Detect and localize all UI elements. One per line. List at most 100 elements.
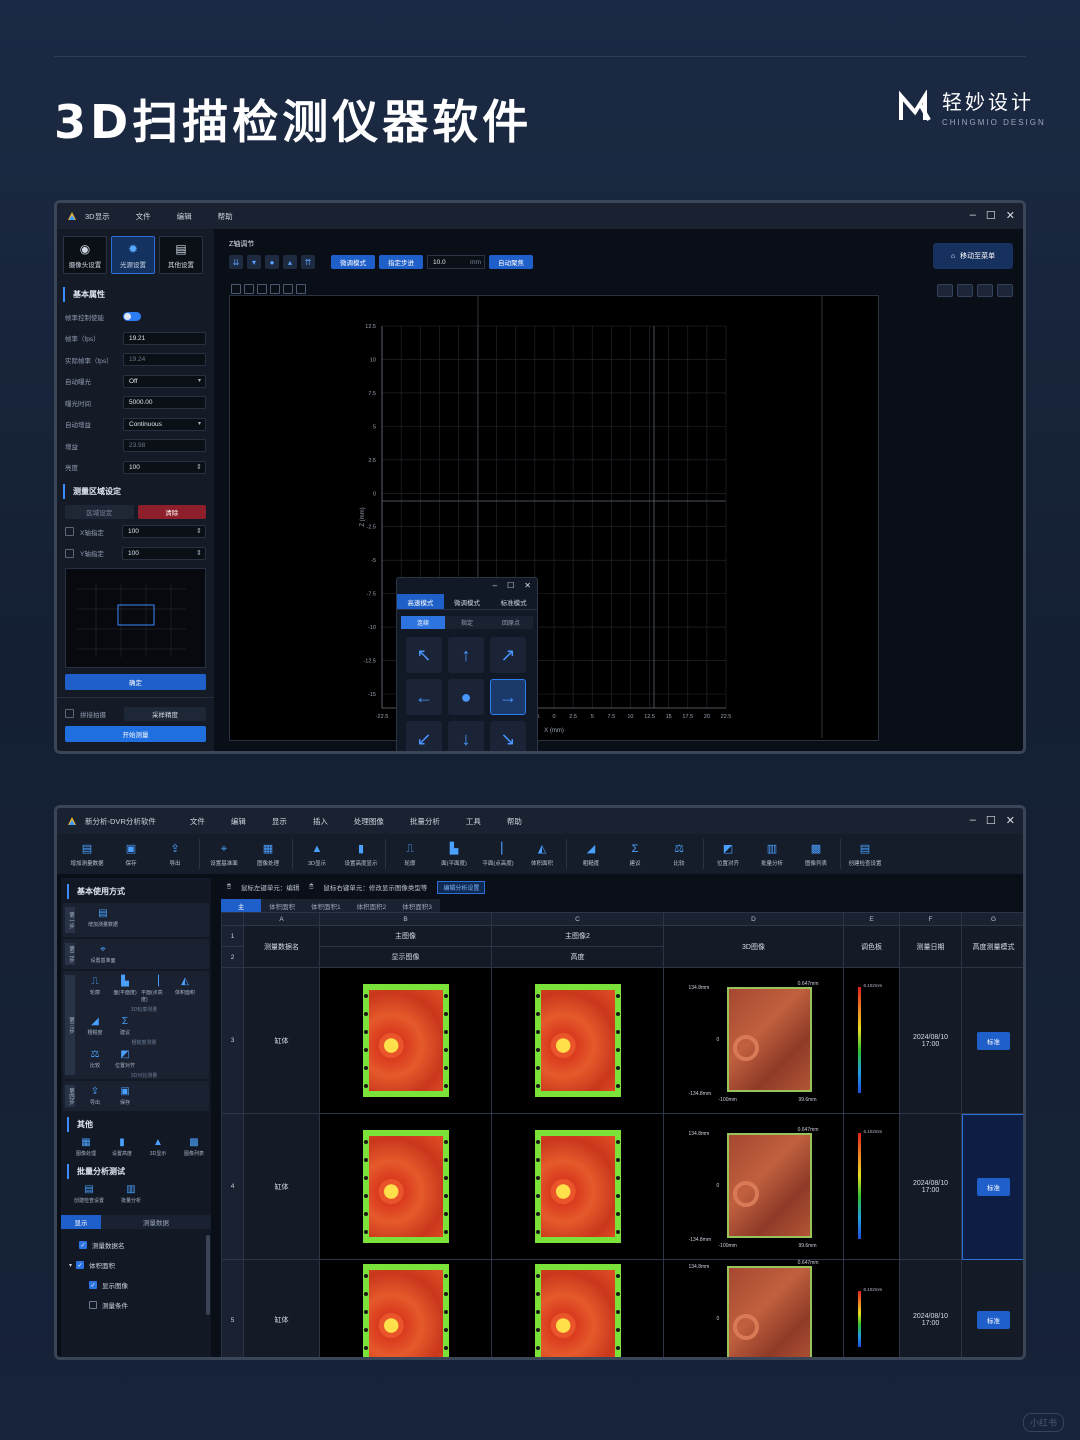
fps-enable-toggle[interactable] <box>123 312 141 322</box>
volume-tool[interactable]: ◭ 体积面积 <box>520 836 564 872</box>
header-cell-palette[interactable]: 调色板 <box>843 925 900 968</box>
tree-item-name[interactable]: ✓ 测量数据名 <box>61 1235 211 1255</box>
y-axis-stepper[interactable]: 100 <box>122 546 206 560</box>
maximize-icon[interactable]: ☐ <box>986 209 996 222</box>
align-tool[interactable]: ◩ 位置对齐 <box>706 836 750 872</box>
tree-item-condition[interactable]: 测量条件 <box>61 1295 211 1315</box>
point-height-tool[interactable]: ▕ 平面(点高度) <box>141 975 169 1004</box>
maximize-icon[interactable]: ☐ <box>986 814 996 827</box>
tree-scrollbar[interactable] <box>206 1235 210 1315</box>
y-axis-checkbox[interactable] <box>65 548 74 558</box>
sub-continuous[interactable]: 连续 <box>401 616 445 629</box>
region-set-button[interactable]: 区域设定 <box>65 505 134 519</box>
menu-process-image[interactable]: 处理图像 <box>354 816 384 827</box>
menu-tools[interactable]: 工具 <box>466 816 481 827</box>
table-row[interactable]: 5缸体134.8mm0-134.8mm0.647mm-100mm99.6mm6.… <box>221 1259 1023 1357</box>
mode-badge[interactable]: 标准 <box>977 1177 1010 1196</box>
stitch-checkbox[interactable] <box>65 709 74 719</box>
center-dot-icon[interactable]: ● <box>448 679 484 715</box>
height-display-tool[interactable]: ▮ 设置高度显示 <box>339 836 383 872</box>
cell-height-image[interactable] <box>491 1113 664 1260</box>
header-cell-name[interactable]: 测量数据名 <box>243 925 320 968</box>
move-to-menu-button[interactable]: ⌂ 移动至菜单 <box>933 243 1013 269</box>
autofocus-button[interactable]: 自动聚焦 <box>489 255 533 269</box>
tree-item-display-image[interactable]: ✓ 显示图像 <box>61 1275 211 1295</box>
cell-mode[interactable]: 标准 <box>961 1113 1023 1260</box>
chart-tool-icon[interactable] <box>244 284 254 294</box>
menu-view[interactable]: 显示 <box>272 816 287 827</box>
add-data-tool[interactable]: ▤ 增加测量数据 <box>65 836 109 872</box>
sheet-tab-volume[interactable]: 体积面积 <box>261 899 303 912</box>
z-axis-plot[interactable]: -22.5-20-17.5-15-12.5-10-7.5-5-2.502.557… <box>229 295 879 741</box>
cell-height-image[interactable] <box>491 1259 664 1357</box>
cell-3d-image[interactable]: 134.8mm0-134.8mm0.647mm-100mm99.6mm <box>663 1259 844 1357</box>
zoom-tool-icon[interactable] <box>296 284 306 294</box>
compare-tool[interactable]: ⚖ 比较 <box>657 836 701 872</box>
cell-date[interactable]: 2024/08/10 17:00 <box>899 1259 962 1357</box>
auto-gain-select[interactable]: Continuous <box>123 417 206 431</box>
baseline-tool[interactable]: ⌖ 设置基准面 <box>202 836 246 872</box>
table-row[interactable]: 4 缸体 134.8mm 0 -134.8mm 0.647mm -100mm 99.6mm 6.… <box>221 1113 1023 1260</box>
cell-mode[interactable]: 标准 <box>961 1259 1023 1357</box>
exposure-time-input[interactable]: 5000.00 <box>123 396 206 410</box>
grid-tool-icon[interactable] <box>257 284 267 294</box>
sub-specified[interactable]: 指定 <box>445 616 489 629</box>
maximize-icon[interactable]: ☐ <box>507 581 514 590</box>
export-tool[interactable]: ⇪ 导出 <box>153 836 197 872</box>
clear-button[interactable]: 清除 <box>137 505 206 519</box>
minimize-icon[interactable]: – <box>970 209 976 222</box>
sub-home[interactable]: 回原点 <box>489 616 533 629</box>
sheet-tab-volume3[interactable]: 体积面积3 <box>394 899 440 912</box>
profile-tool[interactable]: ⎍ 轮廓 <box>388 836 432 872</box>
menu-file[interactable]: 文件 <box>190 816 205 827</box>
header-cell-3d[interactable]: 3D图像 <box>663 925 844 968</box>
header-cell-main[interactable]: 主图像 <box>319 925 492 947</box>
step-value-input[interactable]: 10.0 mm <box>427 255 485 269</box>
cell-palette[interactable]: 6.102mm <box>843 1113 900 1260</box>
arrow-down-left-icon[interactable]: ↙ <box>406 721 442 751</box>
roughness-tool[interactable]: ◢ 粗糙度 <box>81 1015 109 1037</box>
cell-date[interactable]: 2024/08/10 17:00 <box>899 967 962 1114</box>
add-data-tool[interactable]: ▤ 增加测量数据 <box>81 907 125 929</box>
menu-help[interactable]: 帮助 <box>218 211 233 222</box>
baseline-tool[interactable]: ⌖ 设置基准面 <box>81 943 125 965</box>
close-icon[interactable]: ✕ <box>1006 814 1015 827</box>
col-header[interactable]: G <box>961 912 1023 926</box>
mode-standard[interactable]: 标准模式 <box>490 594 537 609</box>
col-header[interactable]: E <box>843 912 900 926</box>
fine-mode-button[interactable]: 微调模式 <box>331 255 375 269</box>
header-cell-date[interactable]: 测量日期 <box>899 925 962 968</box>
up-icon[interactable]: ▴ <box>283 255 297 269</box>
arrow-left-icon[interactable]: ← <box>406 679 442 715</box>
cell-3d-image[interactable]: 134.8mm0-134.8mm0.647mm-100mm99.6mm <box>663 967 844 1114</box>
menu-file[interactable]: 文件 <box>136 211 151 222</box>
menu-help[interactable]: 帮助 <box>507 816 522 827</box>
row-number[interactable]: 2 <box>221 946 244 968</box>
step-mode-button[interactable]: 指定步进 <box>379 255 423 269</box>
header-cell-main2[interactable]: 主图像2 <box>491 925 664 947</box>
cell-mode[interactable]: 标准 <box>961 967 1023 1114</box>
tab-camera-settings[interactable]: ◉ 摄像头设置 <box>63 236 107 274</box>
flatness-tool[interactable]: ▙ 面(平面度) <box>432 836 476 872</box>
brightness-stepper[interactable]: 100 <box>123 460 206 474</box>
precision-button[interactable]: 采样精度 <box>124 706 206 721</box>
cell-palette[interactable]: 6.102mm <box>843 1259 900 1357</box>
minimize-icon[interactable]: – <box>970 814 976 827</box>
close-icon[interactable]: ✕ <box>524 581 531 590</box>
3d-view-tool[interactable]: ▲ 3D显示 <box>295 836 339 872</box>
image-list-tool[interactable]: ▩ 图像列表 <box>177 1136 211 1158</box>
arrow-right-icon[interactable]: → <box>490 679 526 715</box>
save-tool[interactable]: ▣ 保存 <box>111 1085 139 1107</box>
cell-display-image[interactable] <box>319 1259 492 1357</box>
3d-view-tool[interactable]: ▲ 3D显示 <box>141 1136 175 1158</box>
arrow-down-right-icon[interactable]: ↘ <box>490 721 526 751</box>
menu-edit[interactable]: 编辑 <box>231 816 246 827</box>
cell-name[interactable]: 缸体 <box>243 1259 320 1357</box>
col-header[interactable]: C <box>491 912 664 926</box>
image-tool-icon[interactable] <box>231 284 241 294</box>
point-height-tool[interactable]: ▕ 平面(点高度) <box>476 836 520 872</box>
arrow-down-icon[interactable]: ↓ <box>448 721 484 751</box>
region-minimap[interactable] <box>65 568 206 668</box>
expand-view-icon[interactable] <box>977 284 993 297</box>
header-cell-height[interactable]: 高度 <box>491 946 664 968</box>
